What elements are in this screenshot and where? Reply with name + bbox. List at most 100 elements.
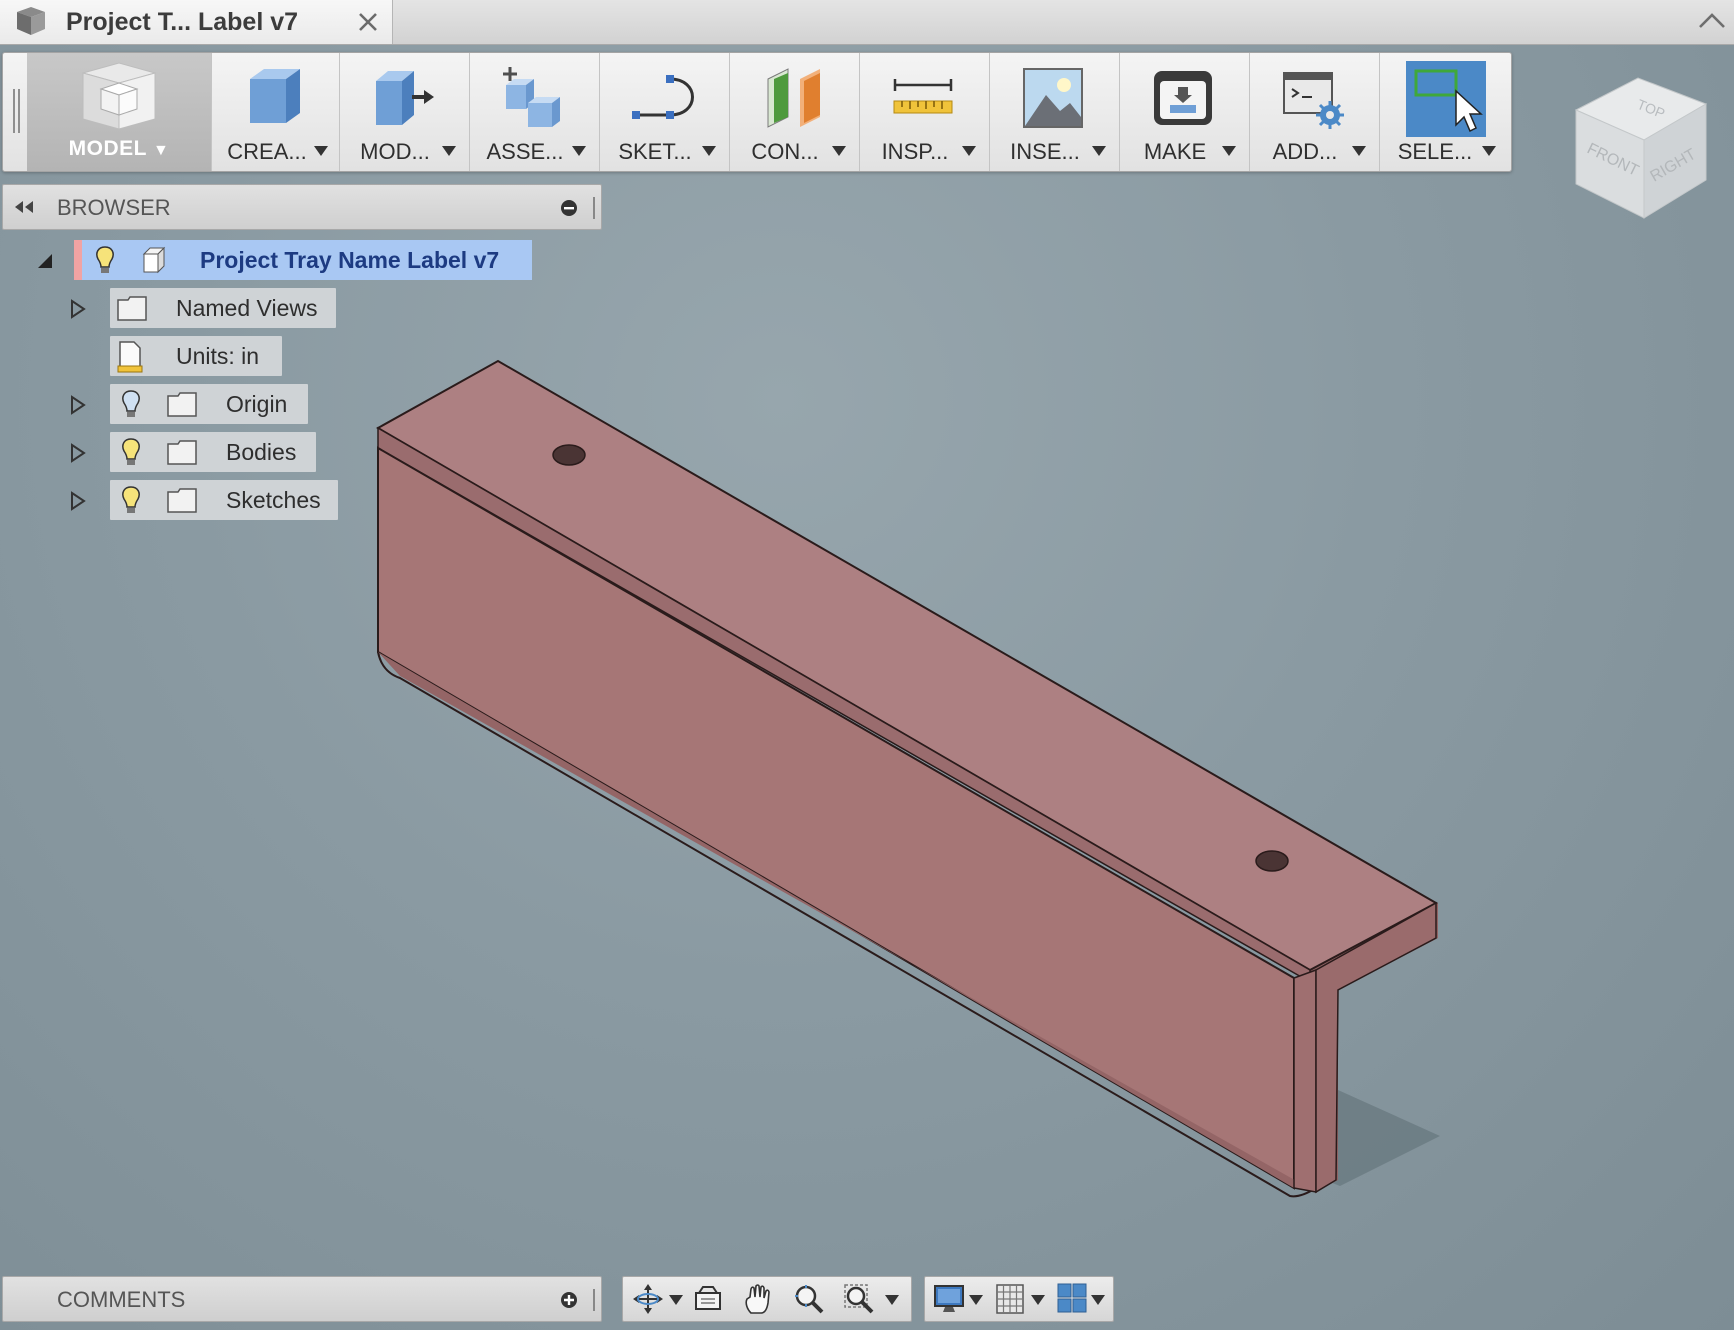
lightbulb-on-icon[interactable]	[120, 437, 142, 467]
model-top-lip	[377, 426, 1311, 984]
model-end-face	[1293, 968, 1317, 1193]
toolbar-inspect[interactable]: INSP...	[859, 53, 988, 171]
browser-item-label: Sketches	[226, 487, 321, 513]
modify-icon	[376, 71, 434, 125]
grid-snaps-icon[interactable]	[995, 1283, 1025, 1315]
assemble-icon	[503, 67, 560, 127]
navigation-bar	[622, 1276, 912, 1322]
folder-icon	[167, 488, 197, 513]
toolbar-modify-label: MOD...	[360, 139, 430, 164]
measure-ruler-icon	[893, 79, 953, 114]
lightbulb-off-icon[interactable]	[120, 389, 142, 419]
3d-print-icon	[1154, 71, 1212, 125]
dropdown-arrow-icon	[1092, 146, 1106, 156]
insert-image-icon	[1023, 68, 1083, 128]
collapse-panel-icon[interactable]	[13, 199, 35, 215]
pan-hand-icon[interactable]	[743, 1283, 773, 1315]
workspace-switcher[interactable]: MODEL ▼	[27, 53, 211, 171]
zoom-window-icon[interactable]	[843, 1283, 875, 1315]
toolbar-create-label: CREA...	[227, 139, 307, 164]
expanded-triangle-icon[interactable]	[36, 252, 54, 270]
display-settings-bar	[924, 1276, 1114, 1322]
dropdown-arrow-icon[interactable]	[1091, 1295, 1105, 1305]
toolbar-assemble-label: ASSE...	[486, 139, 564, 164]
toolbar-insert-label: INSE...	[1010, 139, 1080, 164]
toolbar-make-label: MAKE	[1143, 139, 1207, 164]
folder-icon	[167, 392, 197, 417]
create-box-icon	[250, 69, 300, 123]
toolbar-assemble[interactable]: ASSE...	[469, 53, 598, 171]
toolbar-modify[interactable]: MOD...	[339, 53, 468, 171]
browser-item-bodies[interactable]: Bodies	[70, 432, 320, 472]
browser-item-origin[interactable]: Origin	[70, 384, 320, 424]
dropdown-arrow-icon	[1222, 146, 1236, 156]
toolbar-insert[interactable]: INSE...	[989, 53, 1118, 171]
model-front-face[interactable]	[377, 446, 1295, 1190]
dropdown-arrow-icon[interactable]	[669, 1295, 683, 1305]
dropdown-arrow-icon	[1482, 146, 1496, 156]
browser-header: BROWSER	[2, 184, 602, 230]
browser-item-label: Named Views	[176, 295, 318, 321]
scripts-addins-icon	[1283, 72, 1344, 129]
toolbar-select-label: SELE...	[1397, 139, 1473, 164]
model-bottom-edge	[377, 651, 1317, 1198]
browser-item-sketches[interactable]: Sketches	[70, 480, 340, 520]
toolbar-make[interactable]: MAKE	[1119, 53, 1248, 171]
panel-resize-handle[interactable]	[593, 197, 595, 219]
viewports-icon[interactable]	[1057, 1283, 1087, 1313]
model-end-flange	[1315, 901, 1437, 1194]
mounting-hole	[1255, 850, 1289, 872]
browser-item-label: Units: in	[176, 343, 260, 369]
display-settings-icon[interactable]	[933, 1283, 965, 1315]
browser-item-label: Bodies	[226, 439, 297, 465]
chevron-up-icon[interactable]	[1696, 8, 1728, 34]
toolbar-grip[interactable]	[13, 89, 23, 133]
toolbar-construct[interactable]: CON...	[729, 53, 858, 171]
orbit-icon[interactable]	[631, 1283, 665, 1315]
document-tab[interactable]: Project T... Label v7	[0, 0, 393, 44]
add-circle-icon[interactable]	[559, 1290, 579, 1310]
toolbar-add-ins-label: ADD...	[1272, 139, 1338, 164]
toolbar-select[interactable]: SELE...	[1379, 53, 1508, 171]
viewcube[interactable]: TOP FRONT RIGHT	[1572, 70, 1712, 230]
minimize-circle-icon[interactable]	[559, 198, 579, 218]
model-bottom-strip	[378, 652, 1316, 1192]
expand-triangle-icon[interactable]	[70, 443, 86, 463]
toolbar-sketch[interactable]: SKET...	[599, 53, 728, 171]
toolbar-construct-label: CON...	[751, 139, 819, 164]
dropdown-arrow-icon	[832, 146, 846, 156]
toolbar-sketch-label: SKET...	[618, 139, 692, 164]
dropdown-arrow-icon	[1352, 146, 1366, 156]
expand-triangle-icon[interactable]	[70, 395, 86, 415]
expand-triangle-icon[interactable]	[70, 491, 86, 511]
comments-panel-header[interactable]: COMMENTS	[2, 1276, 602, 1322]
component-icon	[142, 246, 166, 274]
browser-title: BROWSER	[57, 195, 171, 220]
dropdown-arrow-icon[interactable]	[1031, 1295, 1045, 1305]
dropdown-arrow-icon[interactable]	[969, 1295, 983, 1305]
zoom-icon[interactable]	[793, 1283, 825, 1315]
expand-triangle-icon[interactable]	[70, 299, 86, 319]
model-shadow	[1300, 1090, 1440, 1186]
browser-item-named-views[interactable]: Named Views	[70, 288, 340, 328]
caret-down-icon: ▼	[152, 142, 170, 159]
workspace-label: MODEL	[68, 137, 147, 160]
panel-resize-handle[interactable]	[593, 1289, 595, 1311]
lightbulb-on-icon[interactable]	[94, 245, 116, 275]
browser-root-row[interactable]: Project Tray Name Label v7	[36, 240, 536, 280]
dropdown-arrow-icon	[962, 146, 976, 156]
units-document-icon	[117, 341, 143, 373]
model-right-end	[1310, 903, 1438, 1192]
toolbar-add-ins[interactable]: ADD...	[1249, 53, 1378, 171]
box-icon	[17, 7, 45, 35]
dropdown-arrow-icon	[702, 146, 716, 156]
dropdown-arrow-icon[interactable]	[885, 1295, 899, 1305]
lightbulb-on-icon[interactable]	[120, 485, 142, 515]
look-at-icon[interactable]	[693, 1283, 723, 1313]
browser-item-units[interactable]: Units: in	[110, 336, 285, 376]
dropdown-arrow-icon	[442, 146, 456, 156]
document-tab-strip: Project T... Label v7	[0, 0, 1734, 45]
model-top-face[interactable]	[375, 359, 1439, 972]
toolbar-create[interactable]: CREA...	[211, 53, 340, 171]
close-icon[interactable]	[356, 10, 380, 34]
